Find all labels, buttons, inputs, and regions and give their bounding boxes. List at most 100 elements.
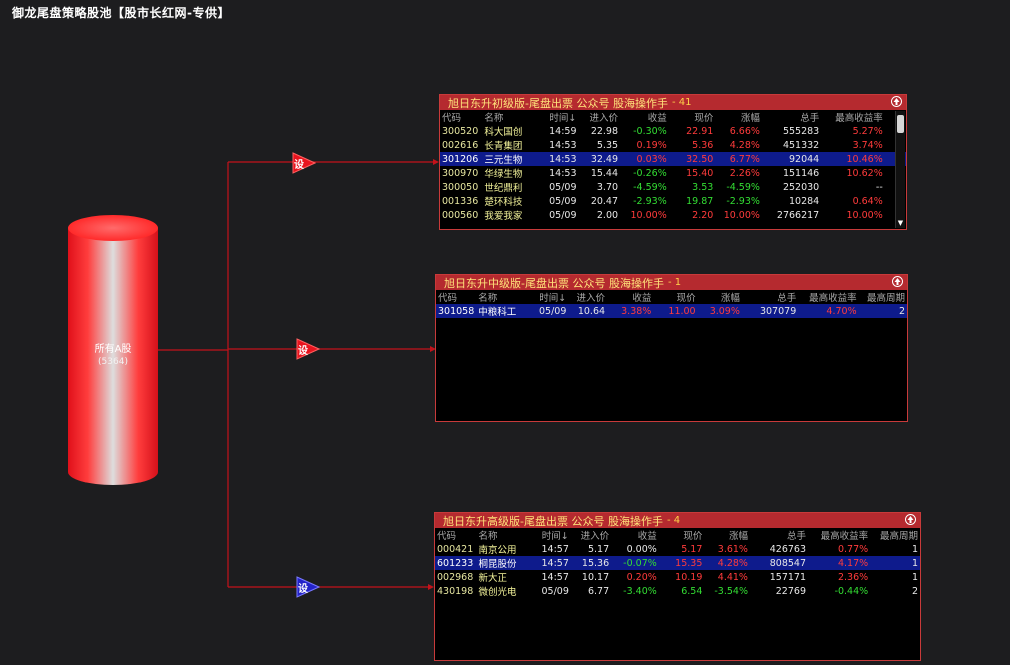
stock-name[interactable]: 中粮科工 bbox=[476, 304, 535, 318]
strategy-settings-button-3[interactable]: 设 bbox=[296, 576, 320, 598]
strategy-settings-button-1[interactable]: 设 bbox=[292, 152, 316, 174]
column-header-code[interactable]: 代码 bbox=[435, 528, 476, 542]
table-row[interactable]: 301058 中粮科工 05/09 10.64 3.38% 11.00 3.09% 30707… bbox=[436, 304, 907, 318]
column-header-vol[interactable]: 总手 bbox=[762, 110, 821, 124]
column-header-gain[interactable]: 收益 bbox=[607, 290, 653, 304]
stock-code[interactable]: 002968 bbox=[435, 570, 476, 584]
column-header-time[interactable]: 时间↓ bbox=[537, 528, 574, 542]
max-return: -0.44% bbox=[834, 585, 869, 597]
stock-name[interactable]: 华绿生物 bbox=[482, 166, 543, 180]
stock-panel-basic[interactable]: 旭日东升初级版-尾盘出票 公众号 股海操作手 - 41 代码 名称 时间↓ 进入价 收益… bbox=[439, 94, 907, 230]
stock-name[interactable]: 微创光电 bbox=[476, 584, 536, 598]
column-header-entry[interactable]: 进入价 bbox=[582, 110, 620, 124]
stock-code[interactable]: 301206 bbox=[440, 152, 483, 166]
column-header-vol[interactable]: 总手 bbox=[750, 528, 808, 542]
column-header-chg[interactable]: 涨幅 bbox=[698, 290, 742, 304]
collapse-up-icon[interactable] bbox=[905, 514, 916, 525]
gain-value: -4.59% bbox=[633, 181, 667, 193]
column-header-entry[interactable]: 进入价 bbox=[571, 290, 607, 304]
table-row[interactable]: 000421 南京公用 14:57 5.17 0.00% 5.17 3.61% 426763 0… bbox=[435, 542, 920, 557]
column-header-code[interactable]: 代码 bbox=[440, 110, 482, 124]
stock-name[interactable]: 长青集团 bbox=[482, 138, 543, 152]
stock-name[interactable]: 科大国创 bbox=[482, 124, 543, 138]
scrollbar-thumb[interactable] bbox=[897, 115, 904, 133]
table-row[interactable]: 300520 科大国创 14:59 22.98 -0.30% 22.91 6.66% 5552… bbox=[440, 124, 906, 139]
column-header-code[interactable]: 代码 bbox=[436, 290, 476, 304]
stock-name[interactable]: 桐昆股份 bbox=[476, 556, 537, 570]
scroll-down-icon[interactable]: ▼ bbox=[896, 219, 905, 227]
entry-price: 5.17 bbox=[587, 543, 610, 555]
stock-panel-intermediate[interactable]: 旭日东升中级版-尾盘出票 公众号 股海操作手 - 1 代码 名称 时间↓ 进入价 收益现… bbox=[435, 274, 908, 422]
column-header-period[interactable]: 最高周期 bbox=[870, 528, 920, 542]
column-header-gain[interactable]: 收益 bbox=[611, 528, 659, 542]
total-volume: 307079 bbox=[741, 304, 799, 318]
collapse-up-icon[interactable] bbox=[892, 276, 903, 287]
current-price: 22.91 bbox=[686, 125, 714, 137]
column-header-name[interactable]: 名称 bbox=[476, 290, 534, 304]
column-header-maxret[interactable]: 最高收益率 bbox=[821, 110, 885, 124]
gain-value: -0.30% bbox=[633, 125, 667, 137]
change-percent: -4.59% bbox=[726, 181, 760, 193]
stock-code[interactable]: 001336 bbox=[440, 194, 482, 208]
stock-code[interactable]: 430198 bbox=[435, 584, 476, 598]
column-header-price[interactable]: 现价 bbox=[659, 528, 705, 542]
table-row[interactable]: 430198 微创光电 05/09 6.77 -3.40% 6.54 -3.54% 22769… bbox=[435, 584, 920, 599]
stock-name[interactable]: 楚环科技 bbox=[482, 194, 543, 208]
column-header-name[interactable]: 名称 bbox=[476, 528, 536, 542]
stock-panel-advanced[interactable]: 旭日东升高级版-尾盘出票 公众号 股海操作手 - 4 代码 名称 时间↓ 进入价 收益现… bbox=[434, 512, 921, 661]
total-volume: 451332 bbox=[782, 139, 820, 151]
stock-name[interactable]: 南京公用 bbox=[476, 542, 536, 556]
column-header-time[interactable]: 时间↓ bbox=[535, 290, 571, 304]
panel-header: 旭日东升中级版-尾盘出票 公众号 股海操作手 - 1 bbox=[436, 275, 907, 290]
table-row[interactable]: 301206 三元生物 14:53 32.49 0.03% 32.50 6.77% 92044… bbox=[440, 152, 906, 166]
table-row[interactable]: 300970 华绿生物 14:53 15.44 -0.26% 15.40 2.26% 1511… bbox=[440, 166, 906, 181]
gain-value: -2.93% bbox=[633, 195, 667, 207]
max-return: 5.27% bbox=[852, 125, 883, 137]
max-return: 4.17% bbox=[808, 556, 871, 570]
column-header-price[interactable]: 现价 bbox=[669, 110, 716, 124]
stock-code[interactable]: 002616 bbox=[440, 138, 482, 152]
column-header-vol[interactable]: 总手 bbox=[742, 290, 798, 304]
table-row[interactable]: 001336 楚环科技 05/09 20.47 -2.93% 19.87 -2.93% 102… bbox=[440, 194, 906, 209]
table-row[interactable]: 002968 新大正 14:57 10.17 0.20% 10.19 4.41% 157171… bbox=[435, 570, 920, 585]
column-header-maxret[interactable]: 最高收益率 bbox=[808, 528, 870, 542]
stock-code[interactable]: 300520 bbox=[440, 124, 482, 138]
collapse-up-icon[interactable] bbox=[891, 96, 902, 107]
column-header-chg[interactable]: 涨幅 bbox=[715, 110, 762, 124]
stock-code[interactable]: 000560 bbox=[440, 208, 482, 222]
total-volume: 10284 bbox=[788, 195, 820, 207]
entry-time: 05/09 bbox=[549, 209, 577, 221]
current-price: 10.19 bbox=[675, 571, 703, 583]
stock-code[interactable]: 300050 bbox=[440, 180, 482, 194]
strategy-settings-button-2[interactable]: 设 bbox=[296, 338, 320, 360]
max-return: 0.77% bbox=[837, 543, 869, 555]
total-volume: 2766217 bbox=[776, 209, 820, 221]
column-header-maxret[interactable]: 最高收益率 bbox=[798, 290, 858, 304]
column-header-time[interactable]: 时间↓ bbox=[544, 110, 582, 124]
stock-code[interactable]: 000421 bbox=[435, 542, 476, 556]
current-price: 15.40 bbox=[686, 167, 714, 179]
stock-name[interactable]: 世纪鼎利 bbox=[482, 180, 543, 194]
column-header-chg[interactable]: 涨幅 bbox=[704, 528, 750, 542]
table-row[interactable]: 300050 世纪鼎利 05/09 3.70 -4.59% 3.53 -4.59% 25203… bbox=[440, 180, 906, 195]
table-row[interactable]: 601233 桐昆股份 14:57 15.36 -0.07% 15.35 4.28% 8085… bbox=[435, 556, 920, 570]
stock-code[interactable]: 601233 bbox=[435, 556, 477, 570]
source-name: 所有A股 bbox=[94, 344, 132, 355]
stock-name[interactable]: 新大正 bbox=[476, 570, 536, 584]
stock-code[interactable]: 301058 bbox=[436, 304, 477, 318]
column-header-entry[interactable]: 进入价 bbox=[574, 528, 611, 542]
column-header-price[interactable]: 现价 bbox=[653, 290, 697, 304]
change-percent: 4.28% bbox=[729, 139, 760, 151]
entry-price: 22.98 bbox=[590, 125, 619, 137]
column-header-gain[interactable]: 收益 bbox=[620, 110, 669, 124]
stock-name[interactable]: 三元生物 bbox=[482, 152, 544, 166]
stock-table: 代码 名称 时间↓ 进入价 收益 现价 涨幅 总手 最高收益率 最高周期 301058 中粮科工 05… bbox=[436, 290, 907, 318]
table-row[interactable]: 000560 我爱我家 05/09 2.00 10.00% 2.20 10.00% 27662… bbox=[440, 208, 906, 223]
column-header-period[interactable]: 最高周期 bbox=[859, 290, 907, 304]
panel-title: 旭日东升中级版-尾盘出票 公众号 股海操作手 bbox=[444, 276, 664, 290]
table-row[interactable]: 002616 长青集团 14:53 5.35 0.19% 5.36 4.28% 451332 3… bbox=[440, 138, 906, 153]
stock-code[interactable]: 300970 bbox=[440, 166, 482, 180]
stock-name[interactable]: 我爱我家 bbox=[482, 208, 543, 222]
scrollbar[interactable]: ▼ bbox=[895, 111, 905, 228]
column-header-name[interactable]: 名称 bbox=[482, 110, 543, 124]
